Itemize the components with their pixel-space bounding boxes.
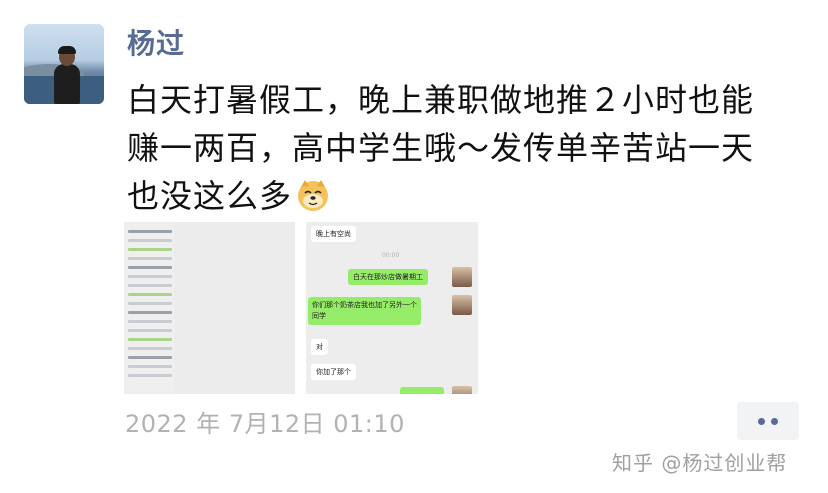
- chat-bubble-line: 同学: [312, 312, 326, 320]
- thumbnail-line: [128, 284, 172, 287]
- thumbnail-line: [128, 329, 172, 332]
- thumbnail-line: [128, 302, 172, 305]
- chat-time: 00:00: [382, 252, 400, 259]
- chat-avatar: [452, 295, 472, 315]
- avatar-person: [54, 64, 80, 104]
- thumbnail-line: [128, 248, 172, 251]
- thumbnail-line: [128, 365, 172, 368]
- thumbnail-line: [128, 266, 172, 269]
- username[interactable]: 杨过: [127, 22, 185, 62]
- chat-avatar: [452, 267, 472, 287]
- thumbnail-1-blank-area: [174, 222, 295, 394]
- thumbnail-line: [128, 257, 172, 260]
- post-text-line-3: 也没这么多: [127, 172, 807, 220]
- thumbnail-line: [128, 320, 172, 323]
- post-text-line-3-content: 也没这么多: [127, 177, 293, 215]
- thumbnail-line: [128, 374, 172, 377]
- thumbnail-line: [128, 275, 172, 278]
- user-avatar[interactable]: [24, 24, 104, 104]
- thumbnail-line: [128, 230, 172, 233]
- thumbnail-line: [128, 356, 172, 359]
- image-thumbnail-2[interactable]: 晚上有空尚 00:00 白天在那炒店做暑期工 你们那个奶茶店我也加了另外一个 同…: [306, 222, 478, 394]
- post-text-line-1: 白天打暑假工，晚上兼职做地推２小时也能: [127, 81, 755, 119]
- chat-bubble-line: 你们那个奶茶店我也加了另外一个: [312, 301, 417, 309]
- chat-avatar: [452, 386, 472, 394]
- thumbnail-line: [128, 293, 172, 296]
- thumbnail-line: [128, 338, 172, 341]
- more-dot-icon: [758, 418, 765, 425]
- post-timestamp: 2022 年 7月12日 01:10: [125, 410, 405, 438]
- zhihu-watermark: 知乎 @杨过创业帮: [612, 451, 788, 475]
- chat-bubble-right: 白天在那炒店做暑期工: [348, 269, 428, 285]
- post-text: 白天打暑假工，晚上兼职做地推２小时也能 赚一两百，高中学生哦～发传单辛苦站一天 …: [127, 76, 807, 220]
- chat-bubble-right-multiline: 你们那个奶茶店我也加了另外一个 同学: [308, 297, 421, 325]
- image-thumbnail-1[interactable]: [124, 222, 295, 394]
- avatar-person-hair: [58, 46, 76, 54]
- chat-bubble-left: 对: [311, 339, 328, 355]
- thumbnail-line: [128, 239, 172, 242]
- thumbnail-line: [128, 347, 172, 350]
- chat-bubble-left: 晚上有空尚: [311, 226, 356, 242]
- chat-bubble-left: 你加了那个: [311, 364, 356, 380]
- more-dot-icon: [771, 418, 778, 425]
- thumbnail-line: [128, 311, 172, 314]
- more-options-button[interactable]: [737, 402, 799, 440]
- doge-emoji-icon: [295, 177, 331, 213]
- chat-bubble-right-partial: [400, 387, 444, 394]
- thumbnail-1-list: [128, 224, 172, 383]
- post-text-line-2: 赚一两百，高中学生哦～发传单辛苦站一天: [127, 129, 755, 167]
